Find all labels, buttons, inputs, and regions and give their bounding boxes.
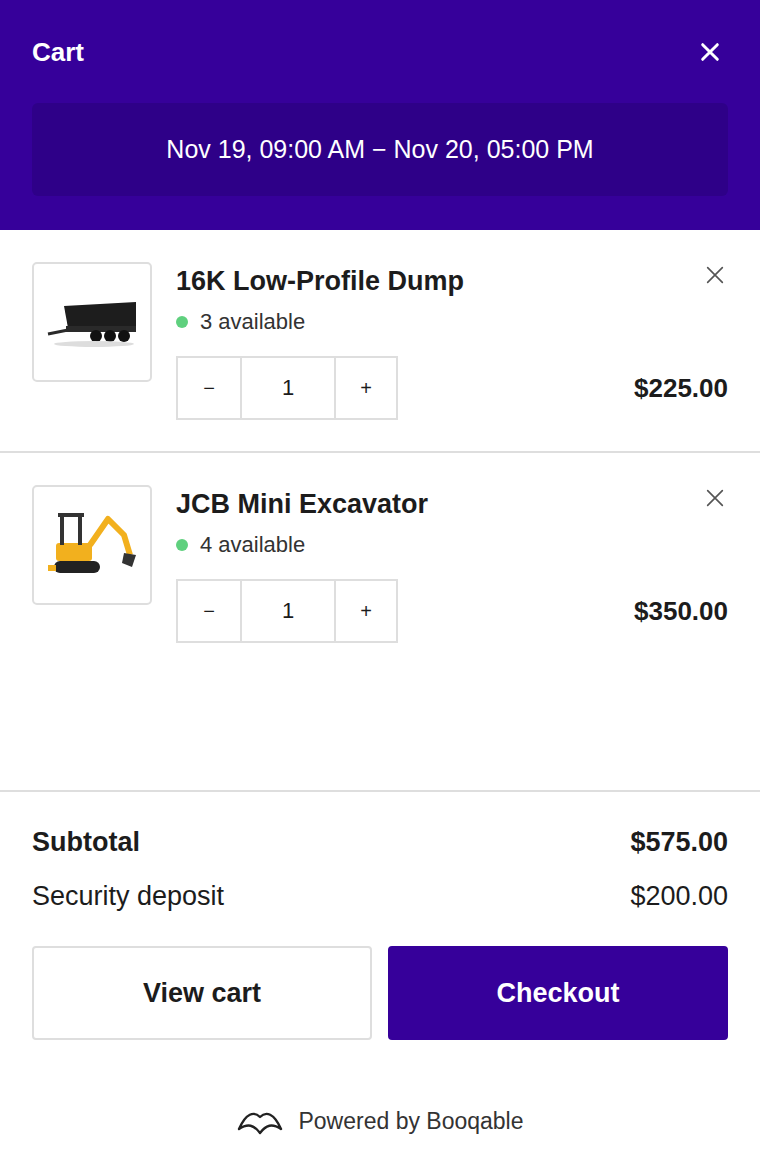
summary-value: $200.00 xyxy=(630,881,728,912)
availability-text: 3 available xyxy=(200,304,305,340)
quantity-stepper: −1+ xyxy=(176,356,398,420)
remove-icon xyxy=(704,487,726,509)
booqable-logo-icon xyxy=(236,1107,284,1135)
item-price: $225.00 xyxy=(634,356,728,420)
checkout-button[interactable]: Checkout xyxy=(388,946,728,1040)
summary-row: Subtotal $575.00 xyxy=(32,815,728,869)
powered-by[interactable]: Powered by Booqable xyxy=(32,1098,728,1144)
summary-label: Security deposit xyxy=(32,881,224,912)
item-price: $350.00 xyxy=(634,579,728,643)
decrement-button[interactable]: − xyxy=(178,358,240,418)
quantity-field[interactable]: 1 xyxy=(240,358,334,418)
item-thumbnail xyxy=(32,485,152,605)
excavator-picture xyxy=(44,505,140,585)
summary-label: Subtotal xyxy=(32,827,140,858)
cart-title: Cart xyxy=(32,37,84,68)
close-icon xyxy=(699,41,721,63)
remove-item-button[interactable] xyxy=(702,485,728,511)
item-name: JCB Mini Excavator xyxy=(176,485,610,523)
increment-button[interactable]: + xyxy=(334,581,396,641)
item-side: $225.00 xyxy=(634,262,728,420)
summary-value: $575.00 xyxy=(630,827,728,858)
button-row: View cartCheckout xyxy=(32,946,728,1040)
item-side: $350.00 xyxy=(634,485,728,643)
cart-header: Cart Nov 19, 09:00 AM − Nov 20, 05:00 PM xyxy=(0,0,760,230)
summary-row: Security deposit $200.00 xyxy=(32,869,728,923)
item-info: 16K Low-Profile Dump 3 available −1+ xyxy=(176,262,610,420)
item-name: 16K Low-Profile Dump xyxy=(176,262,610,300)
title-row: Cart xyxy=(32,20,728,84)
remove-icon xyxy=(704,264,726,286)
item-list: 16K Low-Profile Dump3 available−1+$225.0… xyxy=(0,230,760,790)
cart-footer: Subtotal $575.00 Security deposit $200.00 Vi… xyxy=(0,790,760,1168)
dump-trailer-picture xyxy=(44,290,140,354)
item-availability: 3 available xyxy=(176,304,610,340)
close-button[interactable] xyxy=(692,34,728,70)
item-thumbnail xyxy=(32,262,152,382)
powered-by-text: Powered by Booqable xyxy=(298,1108,523,1135)
date-range[interactable]: Nov 19, 09:00 AM − Nov 20, 05:00 PM xyxy=(32,103,728,196)
increment-button[interactable]: + xyxy=(334,358,396,418)
quantity-field[interactable]: 1 xyxy=(240,581,334,641)
availability-text: 4 available xyxy=(200,527,305,563)
availability-dot xyxy=(176,539,188,551)
remove-item-button[interactable] xyxy=(702,262,728,288)
decrement-button[interactable]: − xyxy=(178,581,240,641)
cart-item: JCB Mini Excavator 4 available −1+ $350.00 xyxy=(0,453,760,674)
availability-dot xyxy=(176,316,188,328)
item-info: JCB Mini Excavator 4 available −1+ xyxy=(176,485,610,643)
cart-item: 16K Low-Profile Dump 3 available −1+ $225.0… xyxy=(0,230,760,453)
view-cart-button[interactable]: View cart xyxy=(32,946,372,1040)
quantity-stepper: −1+ xyxy=(176,579,398,643)
item-availability: 4 available xyxy=(176,527,610,563)
cart-panel: Cart Nov 19, 09:00 AM − Nov 20, 05:00 PM 1… xyxy=(0,0,760,1168)
